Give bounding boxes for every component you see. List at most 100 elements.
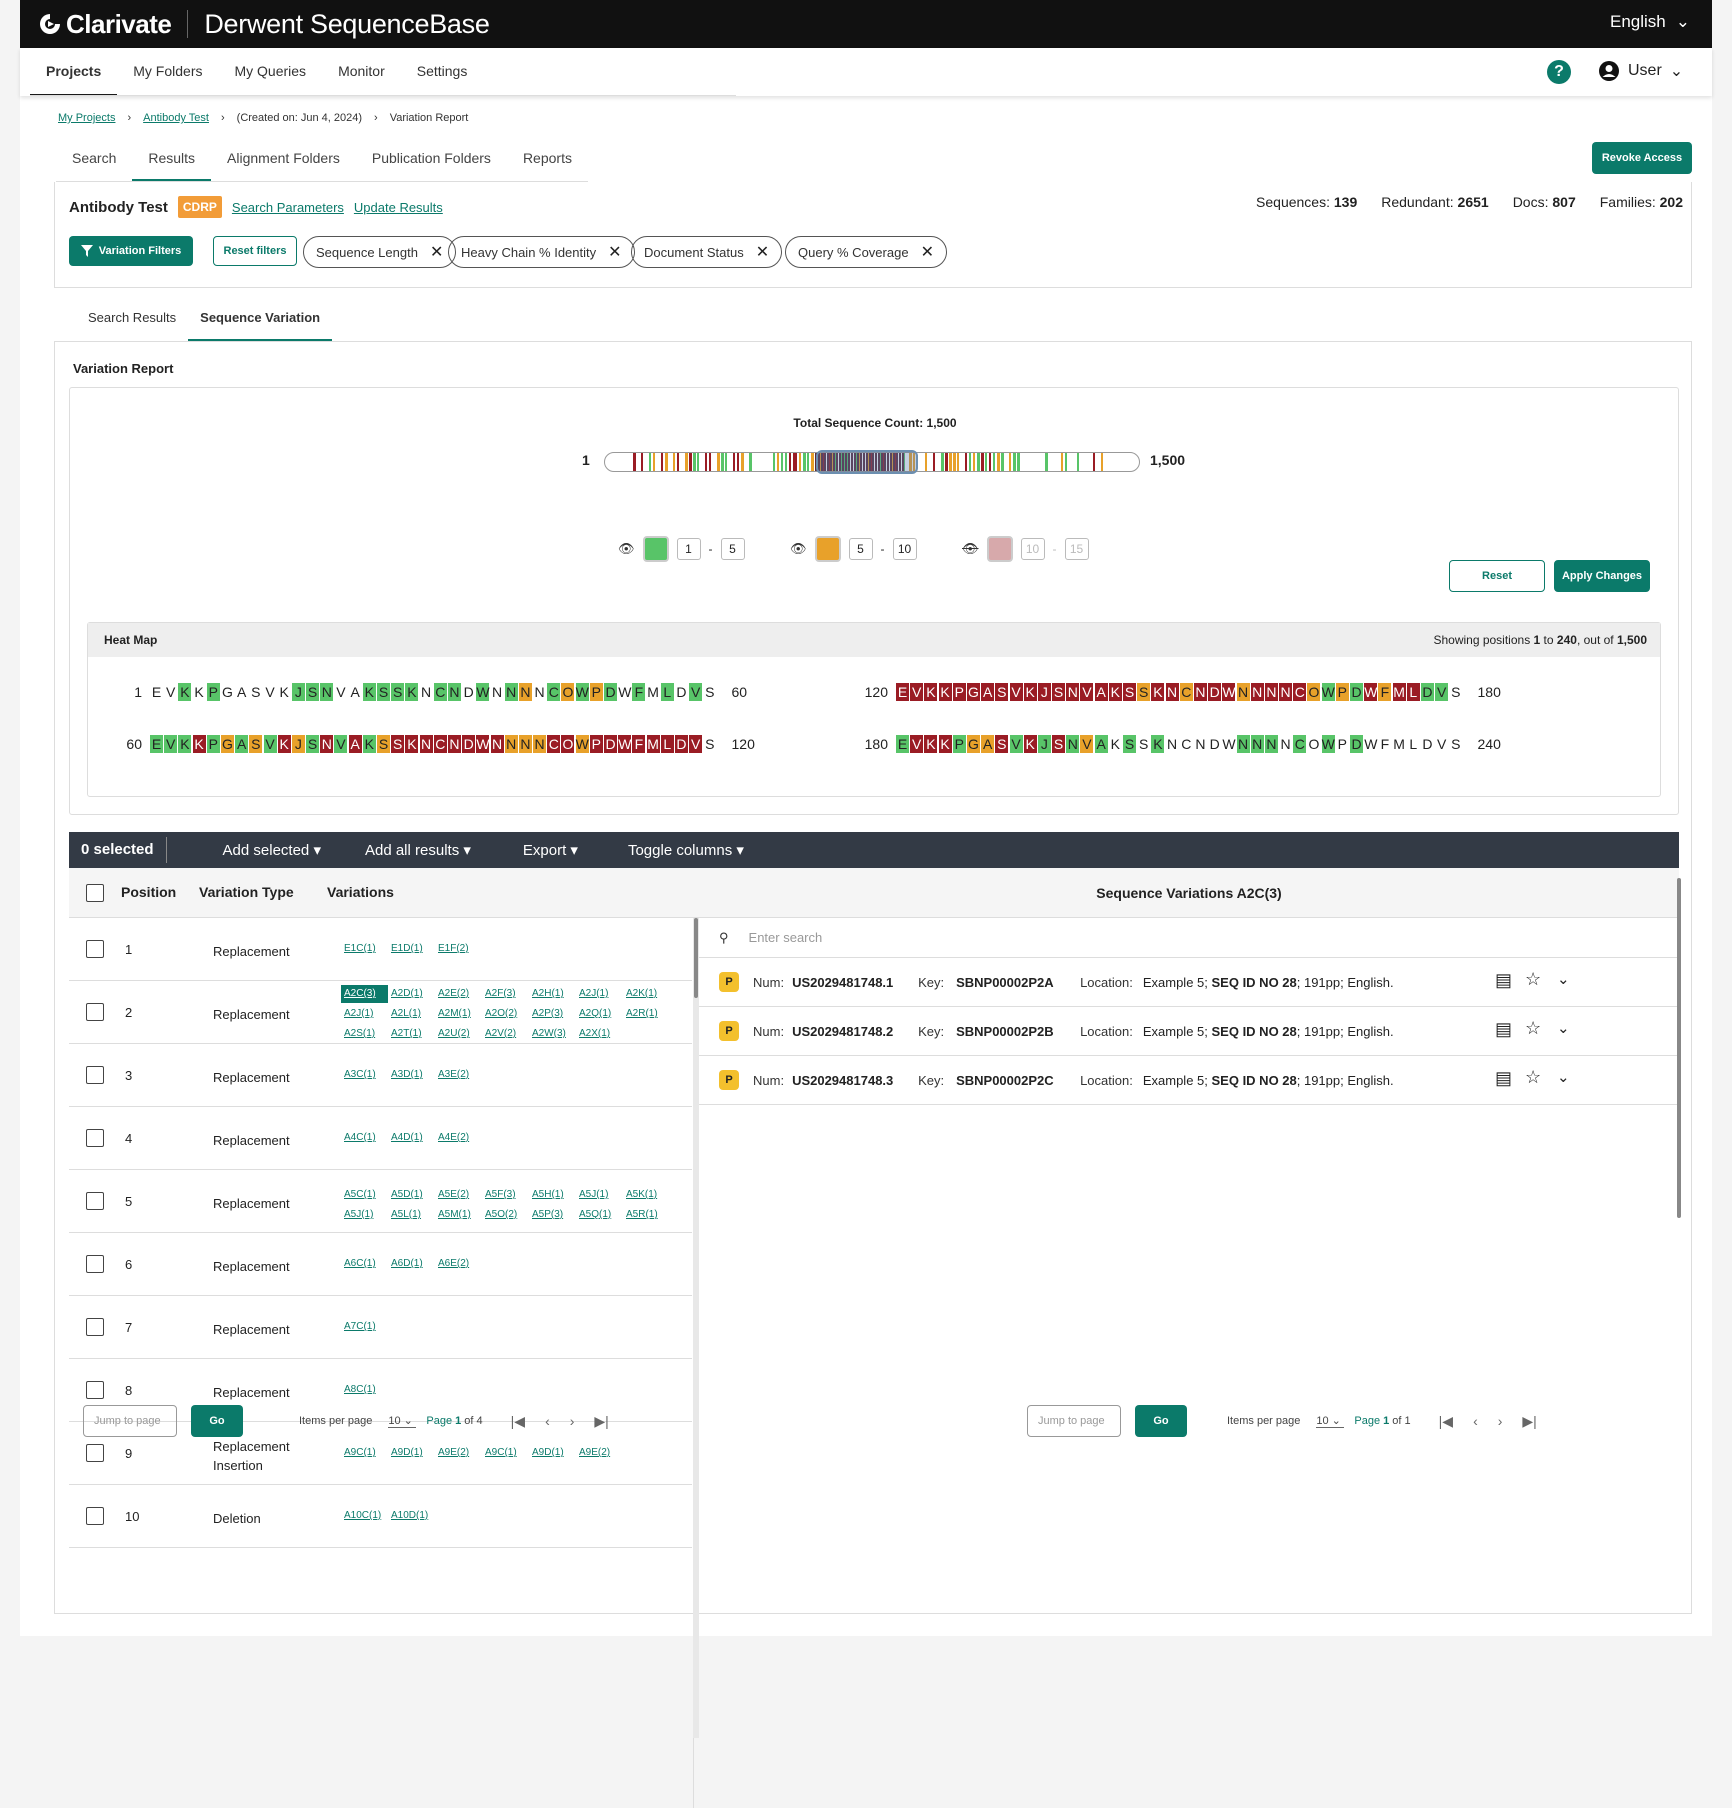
- residue-cell[interactable]: W: [1222, 683, 1236, 701]
- color-swatch-pink[interactable]: [986, 536, 1013, 562]
- variation-link[interactable]: A5P(3): [529, 1206, 576, 1224]
- chip-document-status[interactable]: Document Status ✕: [631, 236, 783, 268]
- variation-link[interactable]: A6C(1): [341, 1255, 388, 1273]
- range-selection-window[interactable]: [816, 450, 918, 474]
- residue-cell[interactable]: D: [1350, 735, 1363, 753]
- nav-my-queries[interactable]: My Queries: [218, 48, 322, 96]
- residue-cell[interactable]: W: [575, 683, 589, 701]
- variation-link[interactable]: A5H(1): [529, 1186, 576, 1204]
- clarivate-logo[interactable]: Clarivate: [38, 9, 172, 40]
- variation-link[interactable]: A2O(2): [482, 1005, 529, 1023]
- color-swatch-orange[interactable]: [814, 536, 841, 562]
- residue-cell[interactable]: W: [476, 683, 490, 701]
- variation-link[interactable]: A5J(1): [341, 1206, 388, 1224]
- star-icon[interactable]: ☆: [1525, 1067, 1541, 1088]
- range-high-from[interactable]: 10: [1020, 538, 1045, 560]
- residue-cell[interactable]: N: [320, 683, 334, 701]
- chip-sequence-length[interactable]: Sequence Length ✕: [303, 236, 457, 268]
- residue-cell[interactable]: P: [589, 683, 603, 701]
- variation-link[interactable]: A9C(1): [341, 1444, 388, 1462]
- residue-cell[interactable]: N: [533, 683, 546, 701]
- residue-cell[interactable]: S: [1052, 683, 1066, 701]
- export-dropdown[interactable]: Export: [523, 841, 578, 859]
- residue-cell[interactable]: W: [1321, 683, 1335, 701]
- residue-cell[interactable]: W: [1364, 735, 1377, 753]
- residue-cell[interactable]: J: [1037, 735, 1051, 753]
- next-page-icon[interactable]: ›: [570, 1413, 575, 1430]
- close-icon[interactable]: ✕: [921, 242, 934, 262]
- residue-cell[interactable]: V: [264, 683, 277, 701]
- residue-cell[interactable]: O: [561, 735, 575, 753]
- residue-cell[interactable]: W: [575, 735, 589, 753]
- variation-link[interactable]: A3D(1): [388, 1066, 435, 1084]
- residue-cell[interactable]: J: [1037, 683, 1051, 701]
- residue-cell[interactable]: E: [896, 735, 909, 753]
- residue-cell[interactable]: N: [1279, 683, 1293, 701]
- add-all-results-dropdown[interactable]: Add all results: [365, 841, 471, 859]
- residue-cell[interactable]: N: [419, 735, 433, 753]
- residue-cell[interactable]: D: [462, 683, 475, 701]
- comment-icon[interactable]: ▤: [1495, 970, 1512, 991]
- variation-link[interactable]: A5K(1): [623, 1186, 670, 1204]
- reset-filters-button[interactable]: Reset filters: [213, 236, 297, 266]
- residue-cell[interactable]: N: [504, 683, 518, 701]
- variation-link[interactable]: A9C(1): [482, 1444, 529, 1462]
- table-row[interactable]: 3 Replacement A3C(1) A3D(1) A3E(2): [69, 1044, 692, 1107]
- residue-cell[interactable]: K: [277, 735, 291, 753]
- chevron-down-icon[interactable]: ⌄: [1557, 1068, 1570, 1086]
- residue-cell[interactable]: J: [291, 683, 305, 701]
- residue-cell[interactable]: K: [178, 683, 192, 701]
- residue-cell[interactable]: V: [1080, 735, 1094, 753]
- residue-cell[interactable]: O: [1307, 683, 1321, 701]
- residue-cell[interactable]: N: [447, 683, 461, 701]
- table-row[interactable]: 5 Replacement A5C(1) A5D(1) A5E(2) A5F(3) A5H(…: [69, 1170, 692, 1233]
- go-button[interactable]: Go: [191, 1405, 243, 1437]
- variation-link[interactable]: A9E(2): [435, 1444, 482, 1462]
- residue-cell[interactable]: W: [476, 735, 490, 753]
- residue-cell[interactable]: N: [1279, 735, 1292, 753]
- table-row[interactable]: 1 Replacement E1C(1) E1D(1) E1F(2): [69, 918, 692, 981]
- residue-cell[interactable]: S: [249, 735, 263, 753]
- publication-row[interactable]: P Num: US2029481748.2 Key: SBNP00002P2B Locat…: [699, 1007, 1679, 1056]
- residue-cell[interactable]: V: [1435, 735, 1448, 753]
- add-selected-dropdown[interactable]: Add selected: [223, 841, 321, 859]
- sequence-key[interactable]: SBNP00002P2B: [956, 1024, 1072, 1039]
- help-icon[interactable]: ?: [1547, 60, 1571, 84]
- residue-cell[interactable]: C: [547, 683, 561, 701]
- residue-cell[interactable]: F: [632, 735, 646, 753]
- residue-cell[interactable]: G: [966, 735, 980, 753]
- row-checkbox[interactable]: [86, 1003, 104, 1021]
- variation-link[interactable]: A9E(2): [576, 1444, 623, 1462]
- residue-cell[interactable]: S: [1123, 735, 1136, 753]
- residue-cell[interactable]: S: [703, 735, 716, 753]
- residue-cell[interactable]: N: [491, 683, 504, 701]
- row-checkbox[interactable]: [86, 1066, 104, 1084]
- variation-link[interactable]: A2T(1): [388, 1025, 435, 1043]
- range-low-from[interactable]: 1: [676, 538, 701, 560]
- residue-cell[interactable]: L: [660, 683, 674, 701]
- residue-cell[interactable]: V: [1009, 683, 1023, 701]
- range-mid-from[interactable]: 5: [848, 538, 873, 560]
- col-variations[interactable]: Variations: [327, 884, 394, 900]
- variation-link[interactable]: A2C(3): [341, 985, 388, 1003]
- residue-cell[interactable]: K: [362, 735, 376, 753]
- residue-cell[interactable]: N: [518, 735, 532, 753]
- variation-link[interactable]: A5D(1): [388, 1186, 435, 1204]
- row-checkbox[interactable]: [86, 1444, 104, 1462]
- user-menu[interactable]: User ⌄: [1598, 60, 1683, 82]
- variation-link[interactable]: A4C(1): [341, 1129, 388, 1147]
- toggle-columns-dropdown[interactable]: Toggle columns: [628, 841, 744, 859]
- residue-cell[interactable]: P: [206, 735, 220, 753]
- residue-cell[interactable]: C: [547, 735, 561, 753]
- table-row[interactable]: 2 Replacement A2C(3) A2D(1) A2E(2) A2F(3) A2H(…: [69, 981, 692, 1044]
- variation-link[interactable]: A5L(1): [388, 1206, 435, 1224]
- residue-cell[interactable]: L: [660, 735, 674, 753]
- variation-link[interactable]: E1C(1): [341, 940, 388, 958]
- variation-link[interactable]: A2W(3): [529, 1025, 576, 1043]
- variation-link[interactable]: A6E(2): [435, 1255, 482, 1273]
- breadcrumb-my-projects[interactable]: My Projects: [58, 112, 115, 124]
- variation-link[interactable]: A2J(1): [341, 1005, 388, 1023]
- residue-cell[interactable]: D: [604, 683, 617, 701]
- variation-link[interactable]: A2J(1): [576, 985, 623, 1003]
- residue-cell[interactable]: A: [981, 735, 995, 753]
